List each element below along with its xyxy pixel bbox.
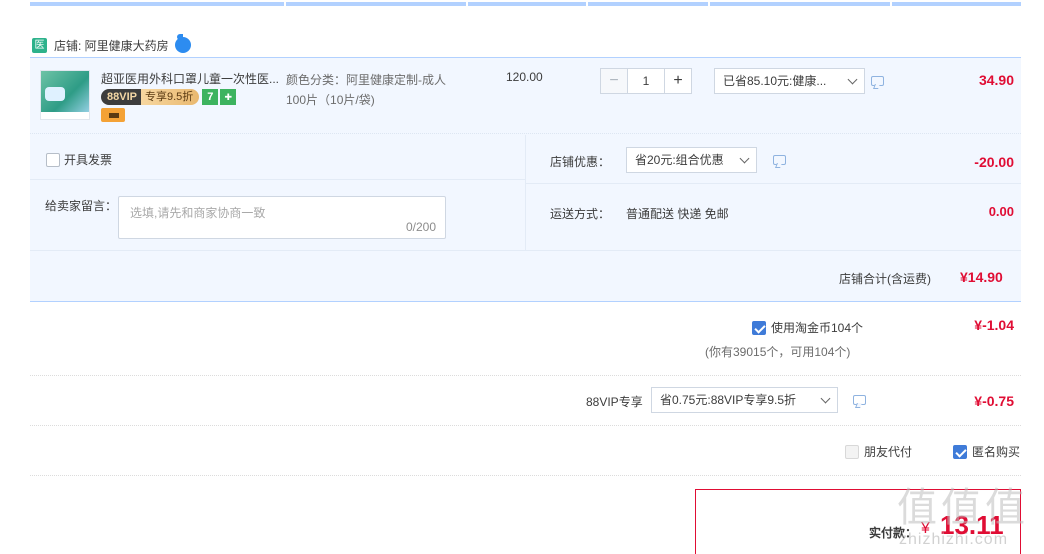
quantity-input[interactable]: 1 — [628, 68, 664, 94]
product-thumbnail[interactable] — [40, 70, 90, 120]
pharmacy-shop-icon: 医 — [32, 37, 47, 53]
left-options: 开具发票 给卖家留言： 选填,请先和商家协商一致 0/200 — [30, 135, 525, 250]
shop-discount-amount: -20.00 — [974, 154, 1014, 170]
product-badges: 88VIP 专享9.5折 7 ✚ — [101, 89, 237, 105]
message-icon[interactable] — [853, 395, 866, 405]
product-image-detail — [41, 112, 89, 119]
taojinbi-checkbox[interactable] — [752, 320, 766, 335]
item-discount-select[interactable]: 已省85.10元:健康... — [714, 68, 865, 94]
watermark-text: zhizhizhi.com — [899, 531, 1009, 548]
shop-total-label: 店铺合计(含运费) — [839, 272, 931, 286]
chevron-down-icon — [847, 74, 858, 85]
divider — [526, 183, 1021, 184]
vip-discount-select[interactable]: 省0.75元:88VIP专享9.5折 — [651, 387, 838, 413]
anonymous-checkbox[interactable] — [953, 444, 967, 459]
taojinbi-balance: (你有39015个，可用104个) — [705, 345, 851, 359]
shop-name-link[interactable]: 店铺: 阿里健康大药房 — [54, 37, 169, 54]
top-bar-separator — [466, 2, 468, 6]
guarantee-shield-icon: ✚ — [220, 89, 237, 105]
watermark-glyph: 值 — [897, 485, 937, 531]
shipping-label: 运送方式： — [550, 207, 611, 221]
vip-badge-left: 88VIP — [101, 89, 141, 105]
watermark-glyph: 值 — [941, 485, 981, 531]
product-spec: 颜色分类：阿里健康定制-成人 100片（10片/袋) — [286, 73, 446, 107]
divider — [30, 179, 525, 180]
chat-wangwang-icon[interactable] — [174, 34, 191, 53]
taojinbi-option[interactable]: 使用淘金币104个 — [752, 319, 863, 336]
quantity-stepper: − 1 + — [600, 68, 692, 94]
seven-day-return-icon: 7 — [202, 89, 219, 105]
order-block: 超亚医用外科口罩儿童一次性医... 88VIP 专享9.5折 7 ✚ 颜色分类：… — [30, 57, 1021, 302]
item-discount-value: 已省85.10元:健康... — [723, 74, 827, 88]
vip-discount-badge: 88VIP 专享9.5折 — [101, 89, 200, 105]
unit-price: 120.00 — [506, 70, 543, 84]
taojinbi-amount: ¥-1.04 — [974, 317, 1014, 333]
top-bar-separator — [708, 2, 710, 6]
friend-pay-label: 朋友代付 — [864, 445, 913, 459]
chevron-down-icon — [739, 153, 750, 164]
friend-pay-option[interactable]: 朋友代付 — [845, 443, 912, 460]
credit-card-icon — [101, 108, 125, 122]
top-border-bar — [30, 2, 1021, 6]
product-title-link[interactable]: 超亚医用外科口罩儿童一次性医... — [101, 70, 283, 87]
invoice-option[interactable]: 开具发票 — [46, 151, 112, 168]
shop-discount-value: 省20元:组合优惠 — [635, 153, 724, 167]
message-icon[interactable] — [871, 76, 884, 86]
product-image-detail — [45, 87, 65, 101]
watermark-glyph: 值 — [985, 485, 1025, 531]
shop-total-row: 店铺合计(含运费) ¥14.90 — [30, 250, 1021, 302]
product-row: 超亚医用外科口罩儿童一次性医... 88VIP 专享9.5折 7 ✚ 颜色分类：… — [30, 58, 1021, 134]
memo-placeholder: 选填,请先和商家协商一致 — [130, 206, 266, 220]
top-bar-separator — [284, 2, 286, 6]
vip-discount-value: 省0.75元:88VIP专享9.5折 — [660, 393, 797, 407]
memo-label: 给卖家留言： — [45, 199, 118, 213]
invoice-label: 开具发票 — [64, 153, 113, 167]
taojinbi-label: 使用淘金币104个 — [771, 321, 864, 335]
payment-options-row: 朋友代付 匿名购买 — [30, 426, 1021, 476]
anonymous-option[interactable]: 匿名购买 — [953, 443, 1020, 460]
shipping-method: 普通配送 快递 免邮 — [626, 207, 729, 221]
item-subtotal: 34.90 — [978, 72, 1014, 88]
top-bar-separator — [586, 2, 588, 6]
quantity-increase-button[interactable]: + — [664, 68, 692, 94]
right-options: 店铺优惠： 省20元:组合优惠 -20.00 运送方式： 普通配送 快递 免邮 … — [526, 135, 1021, 250]
quantity-decrease-button[interactable]: − — [600, 68, 628, 94]
message-icon[interactable] — [773, 155, 786, 165]
shop-discount-label: 店铺优惠： — [550, 155, 611, 169]
vip-amount: ¥-0.75 — [974, 393, 1014, 409]
invoice-checkbox[interactable] — [46, 152, 60, 167]
top-bar-separator — [890, 2, 892, 6]
chevron-down-icon — [820, 393, 831, 404]
site-watermark: 值 值 值 zhizhizhi.com — [897, 475, 1037, 554]
shop-header: 医 店铺: 阿里健康大药房 — [30, 33, 191, 57]
vip-row: 88VIP专享 省0.75元:88VIP专享9.5折 ¥-0.75 — [30, 376, 1021, 426]
shop-discount-select[interactable]: 省20元:组合优惠 — [626, 147, 757, 173]
shipping-amount: 0.00 — [988, 204, 1014, 219]
shop-total-amount: ¥14.90 — [960, 269, 1003, 285]
vip-badge-right: 专享9.5折 — [140, 89, 200, 105]
taojinbi-row: 使用淘金币104个 (你有39015个，可用104个) ¥-1.04 — [30, 303, 1021, 376]
friend-pay-checkbox[interactable] — [845, 444, 859, 459]
memo-char-count: 0/200 — [405, 220, 436, 234]
memo-textarea[interactable]: 选填,请先和商家协商一致 0/200 — [118, 196, 446, 239]
anonymous-label: 匿名购买 — [972, 445, 1021, 459]
vip-label: 88VIP专享 — [586, 395, 643, 409]
